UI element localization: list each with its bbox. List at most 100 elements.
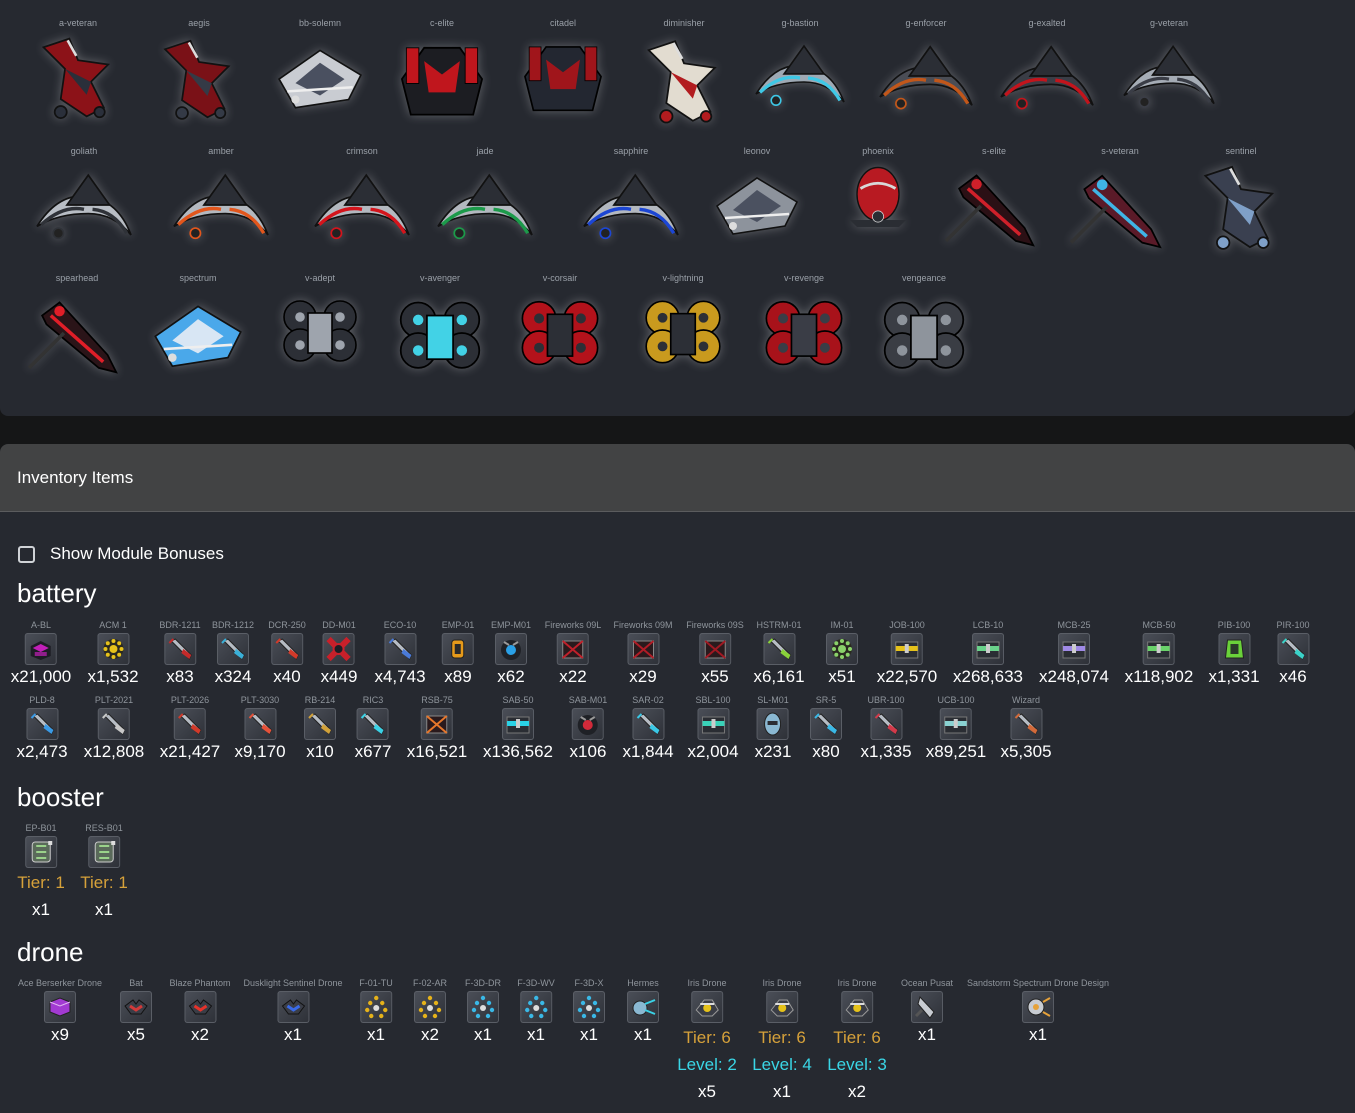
inventory-item[interactable]: F-3D-WV x1: [517, 978, 555, 1045]
ship-g-bastion[interactable]: g-bastion: [744, 18, 856, 118]
inventory-item[interactable]: HSTRM-01 x6,161: [753, 620, 804, 687]
rocket-icon: [1009, 708, 1042, 740]
inventory-item[interactable]: MCB-25 x248,074: [1039, 620, 1109, 687]
ship-crimson[interactable]: crimson: [293, 146, 431, 252]
ship-v-lightning[interactable]: v-lightning: [625, 273, 741, 375]
inventory-item[interactable]: F-01-TU x1: [359, 978, 393, 1045]
ship-goliath[interactable]: goliath: [16, 146, 152, 252]
ship-jade[interactable]: jade: [423, 146, 547, 252]
ship-v-revenge[interactable]: v-revenge: [750, 273, 858, 377]
inventory-item[interactable]: RSB-75 x16,521: [407, 695, 468, 762]
inventory-item[interactable]: SAR-02 x1,844: [622, 695, 673, 762]
inventory-item[interactable]: F-3D-X x1: [573, 978, 605, 1045]
inventory-item[interactable]: PIB-100 x1,331: [1208, 620, 1259, 687]
inventory-item[interactable]: Dusklight Sentinel Drone x1: [243, 978, 342, 1045]
ship-spearhead[interactable]: spearhead: [21, 273, 133, 381]
inventory-item[interactable]: RES-B01 Tier: 1 x1: [80, 823, 128, 920]
inventory-item[interactable]: PLD-8 x2,473: [16, 695, 67, 762]
inventory-item[interactable]: F-02-AR x2: [413, 978, 447, 1045]
ship-s-elite[interactable]: s-elite: [937, 146, 1051, 254]
ship-name: jade: [476, 146, 494, 156]
ship-image: [569, 158, 693, 252]
show-module-bonuses-toggle[interactable]: Show Module Bonuses: [18, 544, 224, 564]
inventory-item[interactable]: Iris Drone Tier: 6 Level: 2 x5: [677, 978, 737, 1102]
ship-bb-solemn[interactable]: bb-solemn: [265, 18, 375, 120]
ship-spectrum[interactable]: spectrum: [141, 273, 255, 379]
ship-vengeance[interactable]: vengeance: [868, 273, 980, 381]
inventory-item[interactable]: PIR-100 x46: [1276, 620, 1309, 687]
inventory-item[interactable]: F-3D-DR x1: [465, 978, 501, 1045]
inventory-item[interactable]: Ace Berserker Drone x9: [18, 978, 102, 1045]
ship-diminisher[interactable]: diminisher: [631, 18, 737, 132]
dronebat-icon: [277, 991, 309, 1023]
ship-c-elite[interactable]: c-elite: [386, 18, 498, 128]
inventory-item[interactable]: PLT-2021 x12,808: [84, 695, 145, 762]
ship-g-veteran[interactable]: g-veteran: [1113, 18, 1225, 120]
inventory-item[interactable]: PLT-3030 x9,170: [234, 695, 285, 762]
category-title-drone: drone: [17, 937, 84, 967]
ship-s-veteran[interactable]: s-veteran: [1064, 146, 1176, 256]
inventory-header: Inventory Items: [0, 444, 1355, 512]
ship-v-adept[interactable]: v-adept: [265, 273, 375, 373]
inventory-item[interactable]: Iris Drone Tier: 6 Level: 4 x1: [752, 978, 812, 1102]
ship-g-exalted[interactable]: g-exalted: [991, 18, 1103, 122]
inventory-item[interactable]: Fireworks 09S x55: [686, 620, 744, 687]
inventory-item[interactable]: Bat x5: [120, 978, 152, 1045]
ship-amber[interactable]: amber: [159, 146, 283, 252]
ship-citadel[interactable]: citadel: [507, 18, 619, 123]
inventory-item[interactable]: DD-M01 x449: [321, 620, 358, 687]
inventory-item[interactable]: SL-M01 x231: [755, 695, 792, 762]
show-module-bonuses-checkbox[interactable]: [18, 545, 35, 563]
ship-phoenix[interactable]: phoenix: [836, 146, 920, 240]
inventory-item[interactable]: Fireworks 09M x29: [613, 620, 672, 687]
inventory-item[interactable]: RB-214 x10: [304, 695, 336, 762]
item-count: x22,570: [876, 667, 938, 686]
ship-sentinel[interactable]: sentinel: [1187, 146, 1295, 256]
inventory-item[interactable]: Iris Drone Tier: 6 Level: 3 x2: [827, 978, 887, 1102]
ship-leonov[interactable]: leonov: [699, 146, 815, 246]
inventory-item[interactable]: SAB-50 x136,562: [483, 695, 553, 762]
inventory-item[interactable]: MCB-50 x118,902: [1125, 620, 1194, 687]
ship-name: c-elite: [429, 18, 454, 28]
inventory-item[interactable]: Wizard x5,305: [1000, 695, 1051, 762]
ship-name: sentinel: [1225, 146, 1257, 156]
formation-icon: [467, 991, 499, 1023]
inventory-item[interactable]: Fireworks 09L x22: [545, 620, 602, 687]
item-name: BDR-1212: [211, 620, 255, 630]
inventory-item[interactable]: PLT-2026 x21,427: [160, 695, 221, 762]
inventory-item[interactable]: DCR-250 x40: [268, 620, 306, 687]
inventory-item[interactable]: IM-01 x51: [826, 620, 858, 687]
ship-sapphire[interactable]: sapphire: [569, 146, 693, 252]
inventory-item[interactable]: SR-5 x80: [810, 695, 842, 762]
inventory-item[interactable]: LCB-10 x268,633: [953, 620, 1023, 687]
inventory-item[interactable]: EP-B01 Tier: 1 x1: [17, 823, 65, 920]
rocket-icon: [304, 708, 336, 740]
ship-v-corsair[interactable]: v-corsair: [506, 273, 614, 377]
inventory-item[interactable]: JOB-100 x22,570: [877, 620, 938, 687]
inventory-item[interactable]: Blaze Phantom x2: [169, 978, 230, 1045]
ship-g-enforcer[interactable]: g-enforcer: [870, 18, 982, 122]
ship-a-veteran[interactable]: a-veteran: [24, 18, 132, 125]
inventory-item[interactable]: SAB-M01 x106: [569, 695, 608, 762]
ship-image: [159, 158, 283, 252]
ship-aegis[interactable]: aegis: [148, 18, 250, 128]
inventory-item[interactable]: BDR-1212 x324: [212, 620, 254, 687]
inventory-item[interactable]: UCB-100 x89,251: [926, 695, 987, 762]
ship-name: g-exalted: [1028, 18, 1066, 28]
inventory-item[interactable]: RIC3 x677: [355, 695, 392, 762]
inventory-item[interactable]: ECO-10 x4,743: [374, 620, 425, 687]
ship-name: aegis: [188, 18, 210, 28]
inventory-item[interactable]: ACM 1 x1,532: [87, 620, 138, 687]
inventory-item[interactable]: UBR-100 x1,335: [860, 695, 911, 762]
inventory-item[interactable]: Ocean Pusat x1: [901, 978, 953, 1045]
item-name: PIB-100: [1217, 620, 1251, 630]
inventory-item[interactable]: Sandstorm Spectrum Drone Design x1: [967, 978, 1109, 1045]
ship-image: [750, 285, 858, 377]
inventory-item[interactable]: A-BL x21,000: [11, 620, 72, 687]
inventory-item[interactable]: EMP-M01 x62: [491, 620, 531, 687]
ship-v-avenger[interactable]: v-avenger: [386, 273, 494, 381]
inventory-item[interactable]: EMP-01 x89: [442, 620, 475, 687]
inventory-item[interactable]: BDR-1211 x83: [159, 620, 200, 687]
inventory-item[interactable]: Hermes x1: [627, 978, 659, 1045]
inventory-item[interactable]: SBL-100 x2,004: [687, 695, 738, 762]
